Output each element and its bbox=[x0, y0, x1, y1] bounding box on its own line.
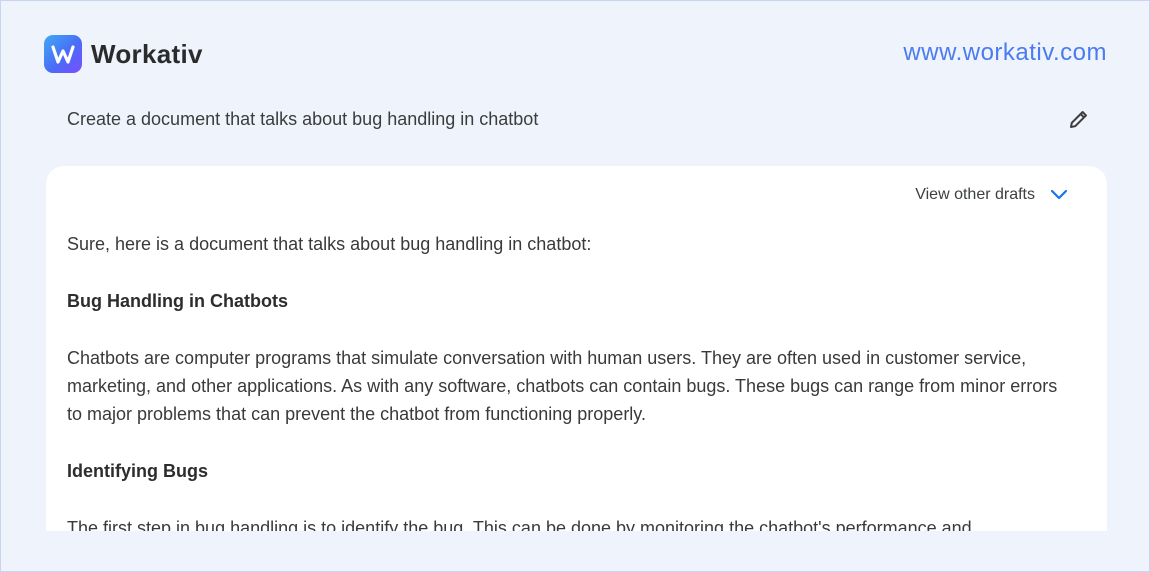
section-heading-bug-handling: Bug Handling in Chatbots bbox=[67, 291, 288, 311]
view-other-drafts-label: View other drafts bbox=[915, 186, 1035, 203]
response-intro: Sure, here is a document that talks abou… bbox=[67, 234, 592, 254]
response-card: View other drafts Sure, here is a docume… bbox=[46, 166, 1107, 531]
screenshot-frame: Workativ www.workativ.com Create a docum… bbox=[0, 0, 1150, 572]
paragraph-identifying-bugs: The first step in bug handling is to ide… bbox=[67, 518, 972, 531]
brand-logo: Workativ bbox=[44, 35, 203, 73]
workativ-logo-icon bbox=[44, 35, 82, 73]
chevron-down-icon bbox=[1049, 185, 1069, 205]
view-other-drafts-button[interactable]: View other drafts bbox=[915, 185, 1069, 205]
section-heading-identifying-bugs: Identifying Bugs bbox=[67, 461, 208, 481]
pencil-icon bbox=[1070, 111, 1087, 128]
user-prompt: Create a document that talks about bug h… bbox=[67, 109, 539, 129]
brand-name: Workativ bbox=[91, 38, 203, 69]
paragraph-chatbots: Chatbots are computer programs that simu… bbox=[67, 348, 1058, 424]
response-content: Sure, here is a document that talks abou… bbox=[67, 230, 1067, 531]
site-url: www.workativ.com bbox=[903, 39, 1107, 66]
edit-prompt-button[interactable] bbox=[1065, 105, 1093, 133]
